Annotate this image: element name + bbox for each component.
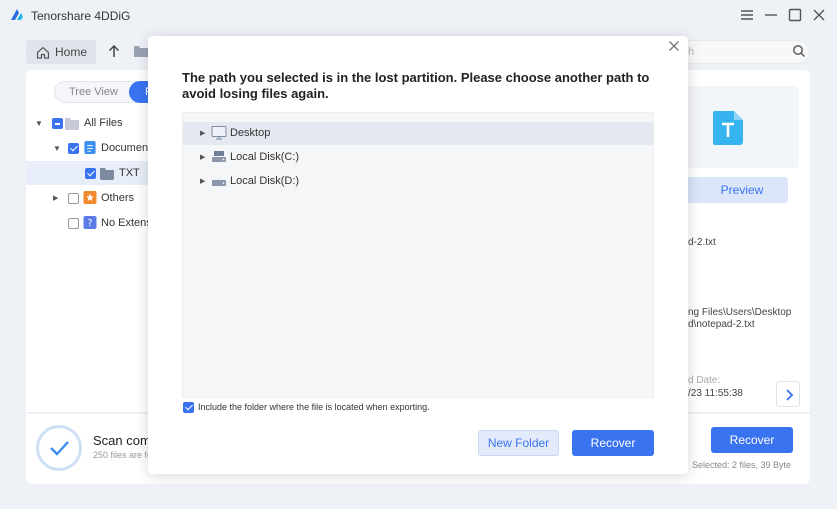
tree-item-others[interactable]: ▶ Others: [26, 186, 156, 210]
caret-right-icon[interactable]: ▶: [200, 177, 205, 185]
tree-item-documents[interactable]: ▼ Documents: [26, 136, 156, 160]
others-icon: [83, 191, 97, 204]
home-button[interactable]: Home: [26, 40, 96, 64]
tree-label: TXT: [119, 167, 140, 179]
caret-right-icon[interactable]: ▶: [200, 129, 205, 137]
unknown-file-icon: ?: [83, 216, 97, 229]
preview-button[interactable]: Preview: [688, 177, 788, 203]
preview-card: [688, 86, 799, 168]
file-name: d-2.txt: [688, 237, 716, 248]
tree-item-all-files[interactable]: ▼ All Files: [26, 111, 156, 135]
next-file-button[interactable]: [776, 381, 800, 407]
path-item-desktop[interactable]: ▶ Desktop: [183, 122, 653, 145]
dialog-message: The path you selected is in the lost par…: [182, 70, 650, 101]
caret-down-icon[interactable]: ▼: [35, 119, 43, 128]
caret-down-icon[interactable]: ▼: [53, 144, 61, 153]
maximize-icon[interactable]: [786, 6, 804, 24]
home-label: Home: [55, 45, 88, 59]
recover-button[interactable]: Recover: [711, 427, 793, 453]
up-arrow-icon[interactable]: [106, 43, 122, 59]
checkmark-icon: [50, 441, 69, 456]
caret-right-icon[interactable]: ▶: [200, 153, 205, 161]
checkbox[interactable]: [68, 193, 79, 204]
file-path-line2: d\notepad-2.txt: [688, 319, 755, 330]
view-toggle[interactable]: Tree View F: [54, 81, 159, 103]
file-path-line1: ng Files\Users\Desktop: [688, 307, 792, 318]
include-folder-label: Include the folder where the file is loc…: [198, 402, 430, 412]
txt-file-icon: [713, 111, 743, 145]
scan-complete-indicator: [36, 425, 82, 471]
dialog-close-icon[interactable]: [668, 40, 680, 52]
path-label: Local Disk(D:): [230, 175, 300, 187]
search-icon[interactable]: [792, 44, 806, 58]
date-label: d Date:: [688, 375, 721, 386]
tree-view-tab[interactable]: Tree View: [69, 86, 118, 98]
folder-icon: [100, 168, 114, 180]
document-icon: [84, 141, 96, 154]
checkbox[interactable]: [52, 118, 63, 129]
app-title: Tenorshare 4DDiG: [31, 9, 131, 23]
scan-status-sub: 250 files are found: [93, 450, 148, 460]
home-icon: [36, 46, 50, 59]
tree-item-no-extension[interactable]: ? No Extension: [26, 211, 156, 235]
tree-item-txt[interactable]: TXT: [26, 161, 156, 185]
title-bar: Tenorshare 4DDiG: [0, 0, 837, 32]
disk-drive-icon: [212, 151, 226, 162]
checkbox[interactable]: [85, 168, 96, 179]
date-value: /23 11:55:38: [688, 388, 743, 399]
path-label: Local Disk(C:): [230, 151, 300, 163]
path-item-local-disk-d[interactable]: ▶ Local Disk(D:): [183, 170, 653, 193]
minimize-icon[interactable]: [762, 6, 780, 24]
selected-info: Selected: 2 files, 39 Byte: [692, 460, 792, 470]
include-folder-checkbox[interactable]: [183, 402, 194, 413]
checkbox[interactable]: [68, 218, 79, 229]
close-window-icon[interactable]: [810, 6, 828, 24]
caret-right-icon[interactable]: ▶: [53, 194, 58, 202]
svg-text:?: ?: [88, 218, 93, 229]
checkbox[interactable]: [68, 143, 79, 154]
scan-status-title: Scan completed: [93, 433, 148, 448]
desktop-icon: [211, 126, 227, 140]
path-label: Desktop: [230, 127, 271, 139]
new-folder-button[interactable]: New Folder: [478, 430, 559, 456]
disk-drive-icon: [212, 180, 226, 186]
path-item-local-disk-c[interactable]: ▶ Local Disk(C:): [183, 146, 653, 169]
folder-icon: [134, 46, 148, 57]
app-logo-icon: [11, 9, 23, 20]
tree-label: Others: [101, 192, 135, 204]
menu-icon[interactable]: [738, 6, 756, 24]
folder-icon: [65, 118, 79, 130]
dialog-recover-button[interactable]: Recover: [572, 430, 654, 456]
chevron-right-icon: [786, 389, 794, 401]
tree-label: All Files: [84, 117, 123, 129]
